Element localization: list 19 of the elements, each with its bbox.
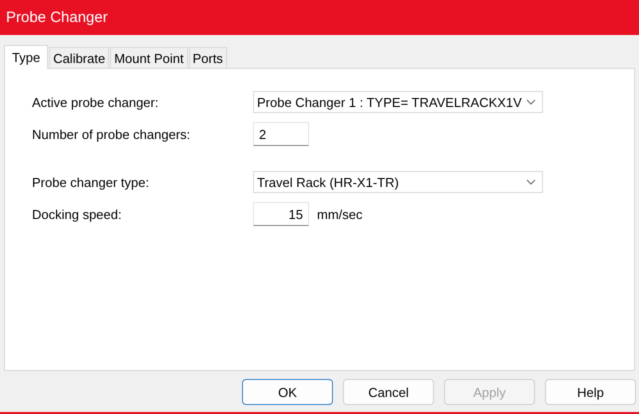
number-field[interactable]: 2 [253, 122, 309, 146]
dialog-button[interactable]: OK [242, 379, 333, 405]
field-label: Number of probe changers: [32, 126, 192, 142]
dropdown[interactable]: Travel Rack (HR-X1-TR) [253, 171, 543, 193]
unit-label: mm/sec [317, 206, 362, 222]
field-label: Docking speed: [32, 206, 123, 222]
field-label: Probe changer type: [32, 174, 150, 190]
dialog-button[interactable]: Cancel [343, 379, 434, 405]
window-title: Probe Changer [0, 0, 639, 35]
dropdown[interactable]: Probe Changer 1 : TYPE= TRAVELRACKX1V [253, 91, 543, 113]
tab[interactable]: Calibrate [49, 47, 110, 69]
dialog-button[interactable]: Help [545, 379, 636, 405]
tab[interactable]: Mount Point [110, 47, 188, 69]
tab[interactable]: Ports [188, 47, 227, 69]
tab[interactable]: Type [4, 45, 48, 69]
field-label: Active probe changer: [32, 94, 160, 110]
chevron-down-icon [526, 99, 536, 105]
number-field[interactable]: 15 [253, 202, 309, 226]
chevron-down-icon [526, 179, 536, 185]
